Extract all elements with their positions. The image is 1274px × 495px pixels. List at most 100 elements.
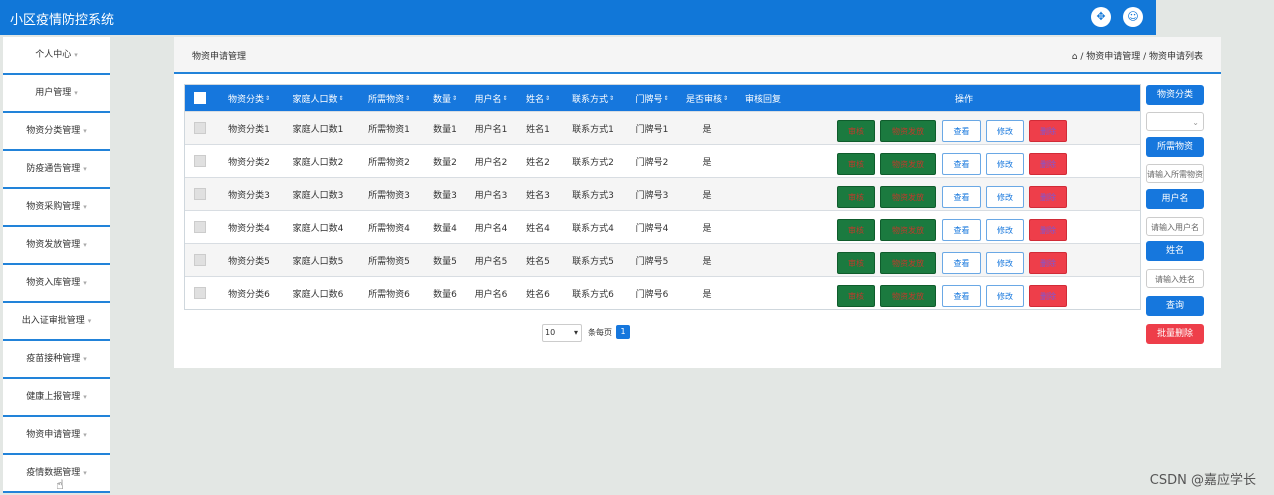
- audit-button[interactable]: 审核: [837, 153, 875, 175]
- header-cell[interactable]: 姓名 ⇕: [517, 85, 559, 111]
- view-button[interactable]: 查看: [942, 153, 981, 175]
- sidebar-item-label: 物资发放管理: [26, 240, 81, 250]
- table-cell: 姓名3: [526, 190, 550, 201]
- top-bar: 小区疫情防控系统 ✥ ☺: [0, 0, 1156, 35]
- sort-icon[interactable]: ⇕: [502, 95, 507, 102]
- payment-button[interactable]: 物资发放: [880, 186, 936, 208]
- edit-button[interactable]: 修改: [986, 252, 1024, 274]
- delete-button[interactable]: 删除: [1029, 252, 1067, 274]
- header-cell[interactable]: 是否审核 ⇕: [677, 85, 737, 111]
- table-cell: 数量2: [433, 157, 457, 168]
- row-checkbox[interactable]: [194, 221, 206, 233]
- payment-button[interactable]: 物资发放: [880, 252, 936, 274]
- user-icon[interactable]: ☺: [1123, 7, 1143, 27]
- sidebar-item[interactable]: 健康上报管理 ▾: [3, 379, 110, 417]
- sort-icon[interactable]: ⇕: [609, 95, 614, 102]
- delete-button[interactable]: 删除: [1029, 120, 1067, 142]
- table-cell: 联系方式6: [572, 289, 614, 300]
- audit-button[interactable]: 审核: [837, 120, 875, 142]
- home-icon[interactable]: ⌂: [1072, 52, 1078, 62]
- delete-button[interactable]: 删除: [1029, 153, 1067, 175]
- edit-button[interactable]: 修改: [986, 120, 1024, 142]
- sidebar: 个人中心 ▾ 用户管理 ▾ 物资分类管理 ▾ 防疫通告管理 ▾ 物资采购管理 ▾ 物资发放管理 ▾ 物资…: [3, 37, 110, 493]
- header-cell[interactable]: 物资分类 ⇕: [215, 85, 283, 111]
- edit-button[interactable]: 修改: [986, 219, 1024, 241]
- table-cell: 姓名4: [526, 223, 550, 234]
- sort-icon[interactable]: ⇕: [663, 95, 668, 102]
- header-cell[interactable]: 数量 ⇕: [425, 85, 465, 111]
- sidebar-item[interactable]: 疫苗接种管理 ▾: [3, 341, 110, 379]
- fullscreen-icon[interactable]: ✥: [1091, 7, 1111, 27]
- name-input[interactable]: 请输入姓名: [1146, 269, 1204, 288]
- view-button[interactable]: 查看: [942, 219, 981, 241]
- sidebar-item[interactable]: 防疫通告管理 ▾: [3, 151, 110, 189]
- username-input[interactable]: 请输入用户名: [1146, 217, 1204, 236]
- needed-input[interactable]: 请输入所需物资: [1146, 164, 1204, 183]
- payment-button[interactable]: 物资发放: [880, 219, 936, 241]
- sidebar-item-label: 物资申请管理: [26, 430, 81, 440]
- table-cell: [185, 211, 215, 243]
- select-all-checkbox[interactable]: [194, 92, 206, 104]
- payment-button[interactable]: 物资发放: [880, 285, 936, 307]
- batch-delete-button[interactable]: 批量删除: [1146, 324, 1204, 344]
- sort-icon[interactable]: ⇕: [265, 95, 270, 102]
- page-number-current[interactable]: 1: [616, 325, 630, 339]
- sort-icon[interactable]: ⇕: [723, 95, 728, 102]
- payment-button[interactable]: 物资发放: [880, 153, 936, 175]
- delete-button[interactable]: 删除: [1029, 285, 1067, 307]
- row-checkbox[interactable]: [194, 122, 206, 134]
- audit-button[interactable]: 审核: [837, 186, 875, 208]
- sort-icon[interactable]: ⇕: [338, 95, 343, 102]
- row-checkbox[interactable]: [194, 254, 206, 266]
- edit-button[interactable]: 修改: [986, 153, 1024, 175]
- payment-button[interactable]: 物资发放: [880, 120, 936, 142]
- header-cell[interactable]: 门牌号 ⇕: [627, 85, 677, 111]
- chevron-down-icon: ⌄: [1192, 118, 1199, 127]
- sidebar-item[interactable]: 物资分类管理 ▾: [3, 113, 110, 151]
- breadcrumb-text: / 物资申请管理 / 物资申请列表: [1080, 52, 1203, 62]
- table-cell: [185, 277, 215, 309]
- edit-button[interactable]: 修改: [986, 285, 1024, 307]
- table-cell: 家庭人口数1: [292, 124, 344, 135]
- sort-icon[interactable]: ⇕: [452, 95, 457, 102]
- view-button[interactable]: 查看: [942, 186, 981, 208]
- table-cell: 姓名1: [526, 124, 550, 135]
- audit-button[interactable]: 审核: [837, 252, 875, 274]
- audit-button[interactable]: 审核: [837, 285, 875, 307]
- table-row: 物资分类5 家庭人口数5 所需物资5 数量5 用户名5 姓名5 联系方式5 门牌号5 是 审核 物资…: [185, 243, 1140, 276]
- search-button[interactable]: 查询: [1146, 296, 1204, 316]
- category-select[interactable]: ⌄: [1146, 112, 1204, 131]
- table-cell: 所需物资5: [368, 256, 410, 267]
- sidebar-item[interactable]: 物资申请管理 ▾: [3, 417, 110, 455]
- sidebar-item[interactable]: 个人中心 ▾: [3, 37, 110, 75]
- view-button[interactable]: 查看: [942, 252, 981, 274]
- row-checkbox[interactable]: [194, 188, 206, 200]
- delete-button[interactable]: 删除: [1029, 186, 1067, 208]
- page-size-select[interactable]: 10 ▾: [542, 324, 582, 342]
- row-checkbox[interactable]: [194, 287, 206, 299]
- header-cell[interactable]: 家庭人口数 ⇕: [283, 85, 353, 111]
- sidebar-item[interactable]: 用户管理 ▾: [3, 75, 110, 113]
- delete-button[interactable]: 删除: [1029, 219, 1067, 241]
- header-cell[interactable]: 所需物资 ⇕: [353, 85, 425, 111]
- edit-button[interactable]: 修改: [986, 186, 1024, 208]
- sidebar-item[interactable]: 物资采购管理 ▾: [3, 189, 110, 227]
- page-title: 物资申请管理: [192, 52, 247, 62]
- chevron-down-icon: ▾: [83, 431, 87, 439]
- sidebar-item-label: 用户管理: [35, 88, 72, 98]
- view-button[interactable]: 查看: [942, 285, 981, 307]
- sidebar-item[interactable]: 物资入库管理 ▾: [3, 265, 110, 303]
- table-cell: 是: [702, 289, 712, 300]
- sidebar-item-label: 物资采购管理: [26, 202, 81, 212]
- header-cell[interactable]: 用户名 ⇕: [465, 85, 517, 111]
- view-button[interactable]: 查看: [942, 120, 981, 142]
- row-checkbox[interactable]: [194, 155, 206, 167]
- sidebar-item[interactable]: 物资发放管理 ▾: [3, 227, 110, 265]
- page-size-value: 10: [545, 328, 556, 337]
- sort-icon[interactable]: ⇕: [405, 95, 410, 102]
- table-cell: 用户名2: [474, 157, 508, 168]
- sidebar-item[interactable]: 出入证审批管理 ▾: [3, 303, 110, 341]
- audit-button[interactable]: 审核: [837, 219, 875, 241]
- sort-icon[interactable]: ⇕: [545, 95, 550, 102]
- header-cell[interactable]: 联系方式 ⇕: [559, 85, 627, 111]
